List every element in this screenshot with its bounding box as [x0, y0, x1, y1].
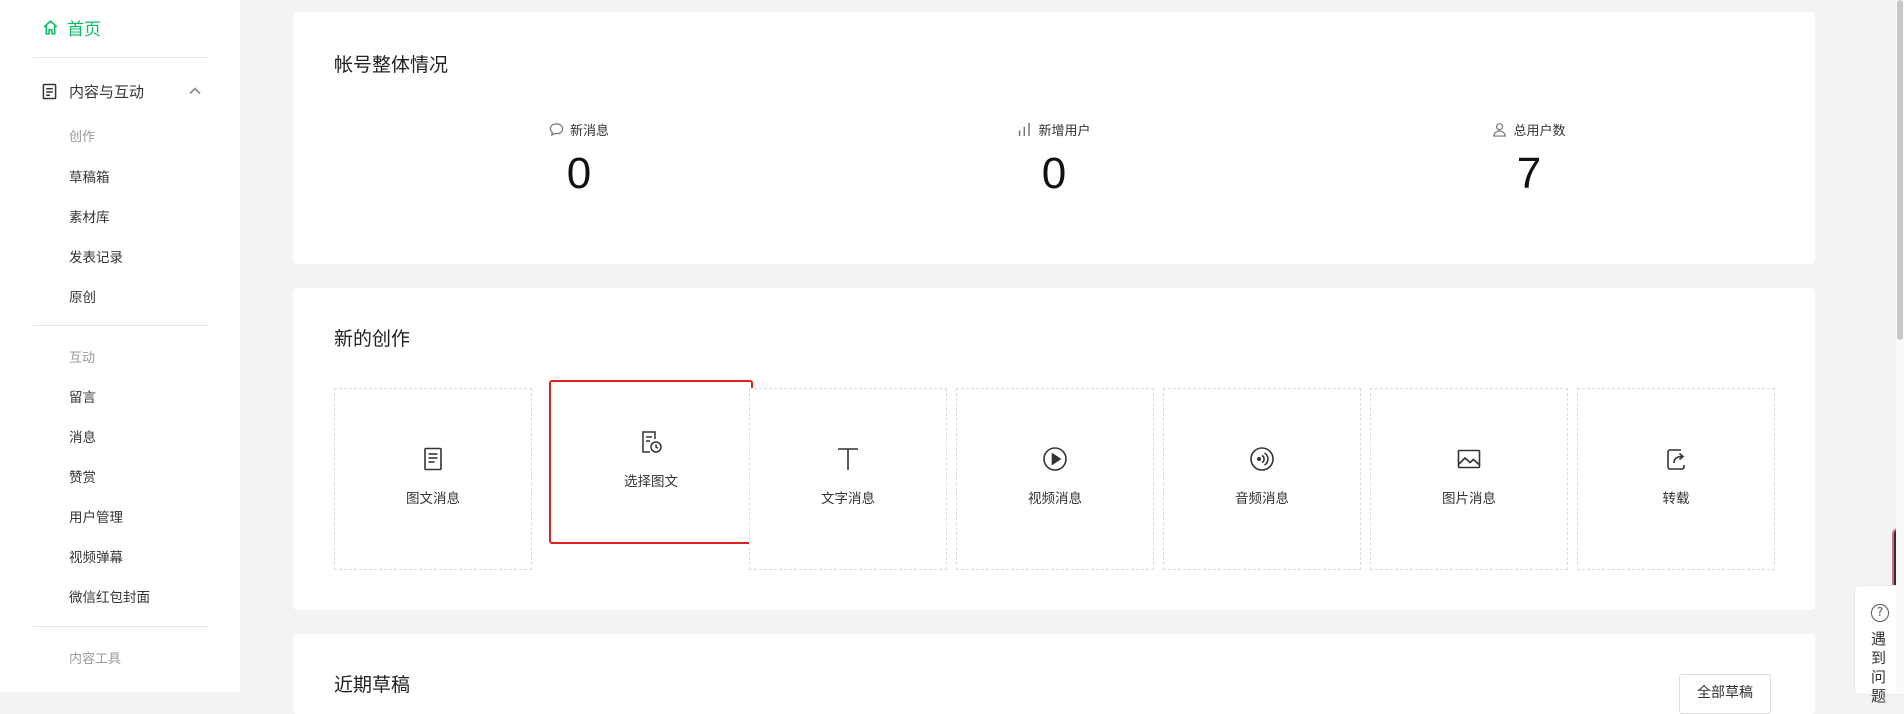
image-icon — [1457, 449, 1481, 469]
sidebar-item-red-packet-cover[interactable]: 微信红包封面 — [69, 586, 150, 606]
select-article-icon — [642, 431, 662, 453]
sidebar-item-video-danmaku[interactable]: 视频弹幕 — [69, 546, 123, 566]
help-label: 遇到问题 — [1871, 630, 1887, 705]
sidebar-divider — [33, 325, 209, 326]
stat-total-users: 总用户数 7 — [1429, 120, 1629, 199]
sidebar-group-content[interactable]: 内容与互动 — [42, 78, 202, 104]
overview-card: 帐号整体情况 新消息 0 新增用户 0 总用户数 7 — [293, 12, 1815, 264]
sidebar-item-materials[interactable]: 素材库 — [69, 206, 110, 226]
user-icon — [1493, 123, 1507, 137]
tile-video-message[interactable]: 视频消息 — [956, 388, 1154, 570]
section-label-tools: 内容工具 — [69, 652, 122, 667]
document-icon — [42, 83, 57, 99]
tile-article-message[interactable]: 图文消息 — [334, 388, 532, 570]
tile-label: 音频消息 — [1235, 491, 1289, 507]
page-scrollbar[interactable] — [1896, 0, 1904, 692]
tile-label: 转载 — [1662, 491, 1690, 507]
sidebar-item-original[interactable]: 原创 — [69, 286, 96, 306]
home-label: 首页 — [67, 19, 101, 40]
stat-value: 7 — [1516, 149, 1542, 198]
tile-label: 图片消息 — [1442, 491, 1496, 507]
sidebar: 首页 内容与互动 创作 草稿箱 素材库 发表记录 原创 互动 留言 消息 赞赏 … — [0, 0, 240, 692]
sidebar-item-user-management[interactable]: 用户管理 — [69, 506, 123, 526]
recent-drafts-card: 近期草稿 全部草稿 — [293, 634, 1815, 714]
tile-label: 视频消息 — [1028, 491, 1082, 507]
home-icon — [43, 19, 58, 35]
stat-label: 新增用户 — [1038, 124, 1091, 139]
stat-label: 新消息 — [569, 124, 609, 139]
repost-icon — [1667, 449, 1685, 470]
tile-select-article[interactable]: 选择图文 — [549, 380, 753, 544]
all-drafts-button[interactable]: 全部草稿 — [1679, 674, 1771, 714]
sidebar-item-comments[interactable]: 留言 — [69, 386, 96, 406]
tile-repost[interactable]: 转载 — [1577, 388, 1775, 570]
sidebar-item-rewards[interactable]: 赞赏 — [69, 466, 96, 486]
stat-value: 0 — [566, 149, 592, 198]
creation-title: 新的创作 — [334, 328, 411, 350]
stat-label: 总用户数 — [1513, 124, 1566, 139]
stat-new-messages: 新消息 0 — [479, 120, 679, 199]
sidebar-item-messages[interactable]: 消息 — [69, 426, 96, 446]
tile-audio-message[interactable]: 音频消息 — [1163, 388, 1361, 570]
group-label: 内容与互动 — [69, 82, 145, 101]
audio-icon — [1250, 447, 1274, 471]
tile-label: 文字消息 — [821, 491, 875, 507]
tile-image-message[interactable]: 图片消息 — [1370, 388, 1568, 570]
sidebar-divider — [33, 57, 209, 58]
play-icon — [1043, 447, 1067, 471]
sidebar-item-home[interactable]: 首页 — [42, 14, 101, 40]
sidebar-item-drafts[interactable]: 草稿箱 — [69, 166, 110, 186]
section-label-interaction: 互动 — [69, 351, 96, 366]
chat-bubble-icon — [549, 123, 564, 137]
sidebar-item-publish-records[interactable]: 发表记录 — [69, 246, 123, 266]
section-label-creation: 创作 — [69, 130, 96, 145]
question-icon: ? — [1871, 604, 1889, 622]
chevron-up-icon[interactable] — [188, 84, 202, 98]
scrollbar-thumb[interactable] — [1897, 0, 1903, 340]
stat-value: 0 — [1041, 149, 1067, 198]
tile-text-message[interactable]: 文字消息 — [749, 388, 947, 570]
tile-label: 选择图文 — [624, 474, 678, 490]
stat-new-users: 新增用户 0 — [954, 120, 1154, 199]
text-icon — [838, 448, 858, 470]
bar-chart-icon — [1019, 122, 1031, 137]
recent-drafts-title: 近期草稿 — [334, 674, 411, 696]
sidebar-divider — [33, 626, 209, 627]
tile-label: 图文消息 — [406, 491, 460, 507]
article-icon — [424, 447, 442, 471]
creation-card: 新的创作 图文消息 选择图文 文字消息 视频消息 音频消息 图片消息 转载 — [293, 288, 1815, 610]
overview-title: 帐号整体情况 — [334, 54, 449, 76]
